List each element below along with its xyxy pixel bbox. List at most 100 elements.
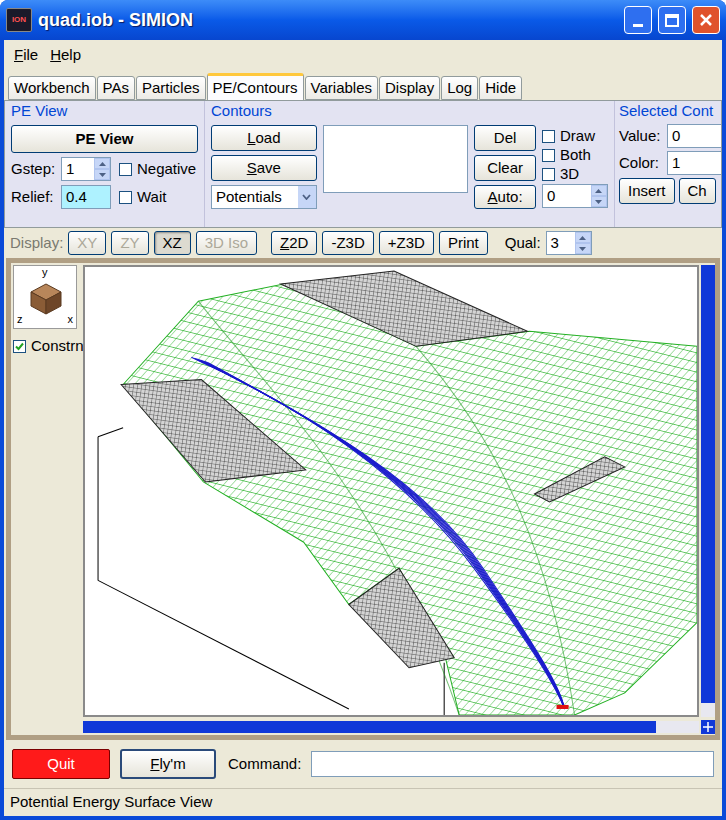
up-arrow-icon bbox=[99, 162, 106, 166]
close-button[interactable] bbox=[692, 6, 720, 34]
value-row: Value:0 bbox=[619, 124, 721, 148]
contour-mode-select[interactable]: Potentials bbox=[211, 185, 317, 209]
chevron-down-icon bbox=[302, 194, 311, 200]
relief-field[interactable]: 0.4 bbox=[61, 185, 111, 209]
view-button[interactable]: ZY bbox=[111, 231, 148, 256]
dropdown-button[interactable] bbox=[298, 186, 316, 208]
save-button[interactable]: Save bbox=[211, 155, 317, 181]
view-action-button[interactable]: -Z3D bbox=[322, 231, 373, 256]
orientation-widget[interactable]: yzx bbox=[13, 265, 77, 329]
auto-count-spinner[interactable]: 0 bbox=[542, 184, 608, 208]
spin-up[interactable] bbox=[94, 158, 110, 169]
fly-button[interactable]: Fly'm bbox=[120, 749, 216, 779]
checkbox-box[interactable] bbox=[542, 149, 555, 162]
horizontal-scrollbar-row bbox=[83, 719, 715, 735]
contour-option-checkbox[interactable]: 3D bbox=[542, 163, 608, 186]
load-button[interactable]: Load bbox=[211, 125, 317, 151]
view-action-button[interactable]: +Z3D bbox=[379, 231, 434, 256]
auto-button[interactable]: Auto: bbox=[474, 185, 536, 209]
view-action-button[interactable]: Z2D bbox=[271, 231, 317, 256]
gstep-label: Gstep: bbox=[11, 158, 57, 181]
selected-contour-button[interactable]: Insert bbox=[619, 178, 675, 204]
checkbox-box[interactable] bbox=[13, 340, 26, 353]
constrain-checkbox[interactable]: Constrn bbox=[13, 335, 83, 358]
minimize-button[interactable] bbox=[624, 6, 652, 34]
contour-option-checkbox[interactable]: Both bbox=[542, 144, 608, 167]
app-icon: ION bbox=[6, 8, 32, 32]
tab[interactable]: Workbench bbox=[8, 76, 96, 100]
display-bar: Display:XYZYXZ3D IsoZ2D-Z3D+Z3DPrintQual… bbox=[4, 228, 722, 258]
checkbox-label: Constrn bbox=[31, 335, 84, 358]
contour-options: DrawBoth3D0 bbox=[542, 125, 608, 209]
view-button[interactable]: XY bbox=[68, 231, 106, 256]
maximize-icon bbox=[665, 14, 679, 27]
view-action-button[interactable]: Print bbox=[439, 231, 488, 256]
view-upper bbox=[83, 265, 715, 717]
selected-contour-group: Selected ContValue:0Color:1InsertCh bbox=[615, 101, 721, 227]
horizontal-scrollbar[interactable] bbox=[83, 721, 699, 733]
menu-item[interactable]: Help bbox=[46, 44, 85, 67]
spinner-value[interactable]: 1 bbox=[62, 158, 94, 180]
selected-contour-button[interactable]: Ch bbox=[679, 178, 716, 204]
contour-list[interactable] bbox=[323, 125, 469, 193]
value-label: Value: bbox=[619, 125, 665, 148]
display-label: Display: bbox=[10, 232, 63, 255]
wait-checkbox[interactable]: Wait bbox=[119, 186, 166, 209]
spin-down[interactable] bbox=[575, 243, 591, 254]
horizontal-scroll-thumb[interactable] bbox=[83, 721, 656, 733]
tab[interactable]: Display bbox=[379, 76, 440, 100]
pe-view-button[interactable]: PE View bbox=[11, 125, 198, 153]
close-icon bbox=[699, 13, 713, 27]
checkbox-label: Wait bbox=[137, 186, 166, 209]
contour-option-checkbox[interactable]: Draw bbox=[542, 125, 608, 148]
tab[interactable]: PAs bbox=[97, 76, 135, 100]
potential-surface-plot[interactable] bbox=[85, 267, 697, 715]
checkbox-box[interactable] bbox=[542, 168, 555, 181]
del-button[interactable]: Del bbox=[474, 125, 536, 151]
maximize-button[interactable] bbox=[658, 6, 686, 34]
tab[interactable]: Log bbox=[441, 76, 478, 100]
checkbox-box[interactable] bbox=[119, 163, 132, 176]
spinner-value[interactable]: 0 bbox=[543, 185, 591, 207]
relief-label: Relief: bbox=[11, 186, 57, 209]
resize-corner[interactable] bbox=[701, 720, 715, 734]
spinner-arrows bbox=[591, 185, 607, 207]
value-field[interactable]: 0 bbox=[667, 124, 721, 148]
checkbox-box[interactable] bbox=[542, 130, 555, 143]
spin-down[interactable] bbox=[591, 196, 607, 207]
tab[interactable]: Variables bbox=[305, 76, 378, 100]
spin-down[interactable] bbox=[94, 169, 110, 180]
color-row: Color:1 bbox=[619, 151, 721, 175]
electrode-bottom bbox=[349, 568, 454, 667]
tab[interactable]: PE/Contours bbox=[207, 73, 304, 100]
spinner-value[interactable]: 3 bbox=[547, 232, 575, 254]
orientation-cube-icon bbox=[28, 282, 64, 316]
color-field[interactable]: 1 bbox=[667, 151, 721, 175]
spin-up[interactable] bbox=[591, 185, 607, 196]
up-arrow-icon bbox=[579, 236, 586, 240]
command-input[interactable] bbox=[311, 751, 714, 777]
clear-button[interactable]: Clear bbox=[474, 155, 536, 181]
view-button[interactable]: 3D Iso bbox=[196, 231, 257, 256]
relief-row: Relief:0.4 Wait bbox=[11, 185, 198, 209]
group-title: Contours bbox=[211, 101, 608, 121]
quit-button[interactable]: Quit bbox=[12, 749, 110, 779]
spin-up[interactable] bbox=[575, 232, 591, 243]
vertical-scroll-thumb[interactable] bbox=[701, 265, 715, 703]
plot-canvas[interactable] bbox=[83, 265, 699, 717]
checkbox-label: Both bbox=[560, 144, 591, 167]
up-arrow-icon bbox=[595, 189, 602, 193]
title-bar[interactable]: IONquad.iob - SIMION bbox=[0, 0, 726, 40]
view-button[interactable]: XZ bbox=[154, 231, 191, 256]
tab[interactable]: Hide bbox=[479, 76, 522, 100]
tab[interactable]: Particles bbox=[136, 76, 206, 100]
negative-checkbox[interactable]: Negative bbox=[119, 158, 196, 181]
checkbox-box[interactable] bbox=[119, 191, 132, 204]
vertical-scrollbar[interactable] bbox=[701, 265, 715, 717]
contour-edit-column: Del Clear Auto: bbox=[474, 125, 536, 209]
qual-spinner[interactable]: 3 bbox=[546, 231, 592, 255]
pe-view-group: PE ViewPE ViewGstep:1NegativeRelief:0.4W… bbox=[5, 101, 205, 227]
menu-item[interactable]: File bbox=[10, 44, 42, 67]
gstep-spinner[interactable]: 1 bbox=[61, 157, 111, 181]
spinner-arrows bbox=[94, 158, 110, 180]
